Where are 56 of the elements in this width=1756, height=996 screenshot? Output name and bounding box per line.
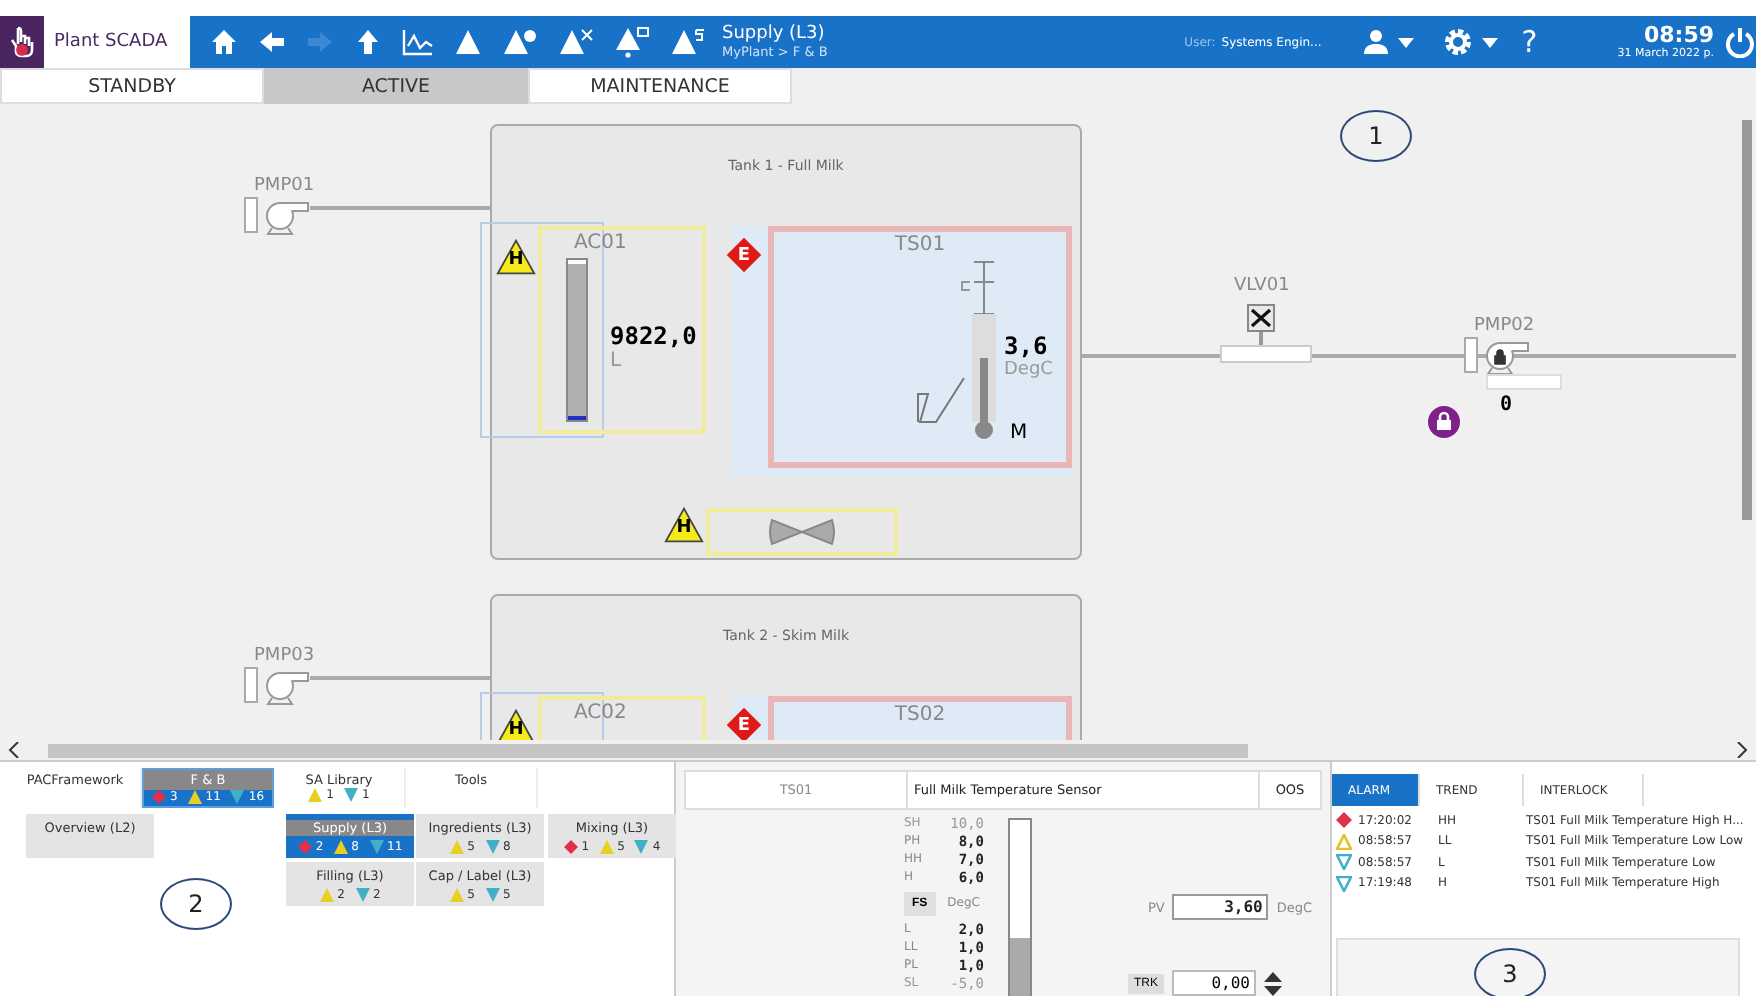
app-title: Plant SCADA: [54, 32, 168, 52]
alarm-badge: H: [496, 238, 536, 276]
caret-icon[interactable]: [1397, 37, 1414, 47]
caret-icon[interactable]: [1481, 37, 1498, 47]
alarm-badge: H: [664, 506, 704, 544]
page-title: Supply (L3): [722, 25, 827, 44]
alarm-icon[interactable]: [454, 28, 482, 56]
scroll-thumb[interactable]: [1742, 120, 1752, 520]
trend-icon[interactable]: [402, 28, 434, 56]
level-value: 9822,0: [610, 322, 697, 350]
mode-tab[interactable]: STANDBY: [0, 68, 264, 104]
indicator-tag: TS02: [774, 704, 1066, 726]
spinner-icon[interactable]: [1264, 971, 1282, 995]
alarm-icon[interactable]: [670, 28, 706, 56]
help-button[interactable]: ?: [1521, 24, 1538, 60]
home-icon[interactable]: [210, 28, 238, 56]
speed-bar: [1486, 374, 1562, 390]
scroll-thumb[interactable]: [48, 743, 1248, 757]
agitator-control[interactable]: [706, 508, 898, 556]
power-icon[interactable]: [1724, 26, 1756, 58]
valve-label: VLV01: [1234, 276, 1290, 296]
indicator-tag: AC01: [574, 232, 627, 254]
track-field[interactable]: 0,00: [1172, 970, 1256, 996]
settings-icon[interactable]: [1441, 26, 1474, 58]
mode-tab[interactable]: MAINTENANCE: [528, 68, 792, 104]
user-icon[interactable]: [1361, 28, 1390, 56]
callout-number: 1: [1340, 110, 1412, 162]
back-icon[interactable]: [258, 28, 286, 56]
pump-label: PMP03: [254, 646, 315, 666]
temperature-indicator[interactable]: TS01 3,6 DegC M: [768, 226, 1072, 468]
scroll-right-icon[interactable]: [1736, 742, 1748, 758]
alarm-badge: E: [724, 706, 764, 740]
pump-label: PMP01: [254, 176, 315, 196]
alarm-icon[interactable]: [558, 28, 594, 56]
alarm-icon[interactable]: [614, 26, 650, 58]
mode-indicator: M: [1010, 422, 1028, 444]
pv-field: 3,60: [1172, 894, 1269, 920]
valve-icon[interactable]: [1220, 304, 1312, 364]
indicator-tag: TS01: [774, 234, 1066, 256]
callout-number: 2: [160, 878, 232, 930]
callout-number: 3: [1474, 948, 1546, 996]
app-brand[interactable]: Plant SCADA: [0, 16, 190, 68]
pump-icon[interactable]: [1464, 336, 1532, 376]
temperature-value: 3,6: [1004, 332, 1048, 360]
agitator-icon: [768, 516, 836, 548]
clock-time: 08:59: [1643, 23, 1714, 46]
level-indicator[interactable]: AC01 9822,0 L: [538, 226, 706, 434]
indicator-tag: AC02: [574, 702, 627, 724]
pump-label: PMP02: [1474, 316, 1535, 336]
scroll-left-icon[interactable]: [8, 742, 20, 758]
mode-tab[interactable]: ACTIVE: [264, 68, 528, 104]
alarm-icon[interactable]: [502, 28, 538, 56]
level-unit: L: [610, 350, 622, 372]
pump-speed: 0: [1500, 394, 1513, 416]
temperature-unit: DegC: [1004, 360, 1053, 380]
up-icon[interactable]: [354, 28, 382, 56]
